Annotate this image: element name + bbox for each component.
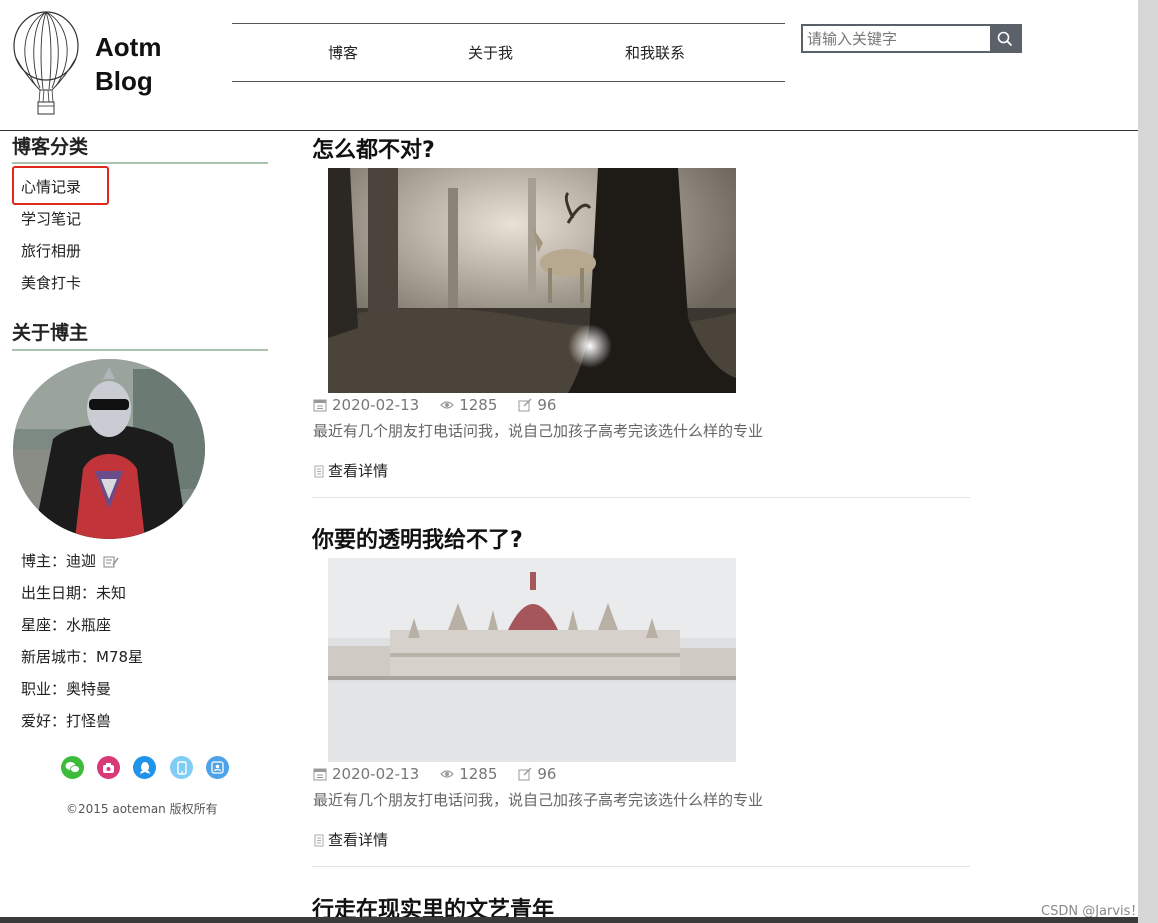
main-nav: 博客 关于我 和我联系: [232, 23, 785, 82]
comment-edit-icon: [518, 767, 532, 781]
about-rule: [12, 349, 268, 351]
info-zodiac: 星座：水瓶座: [21, 616, 112, 634]
article-views-2: 1285: [459, 765, 498, 783]
article-summary-1: 最近有几个朋友打电话问我，说自己加孩子高考完该选什么样的专业: [313, 422, 764, 440]
category-item-food[interactable]: 美食打卡: [21, 272, 81, 293]
copyright-text: ©2015 aoteman 版权所有: [66, 802, 218, 816]
article-image-2[interactable]: [328, 558, 736, 762]
about-title: 关于博主: [12, 322, 89, 344]
document-icon: [313, 464, 325, 478]
nav-item-contact[interactable]: 和我联系: [625, 42, 685, 63]
info-city: 新居城市：M78星: [21, 648, 144, 666]
article-meta-1: 2020-02-13 1285 96: [313, 396, 577, 414]
search-input[interactable]: [803, 26, 990, 51]
article-views-1: 1285: [459, 396, 498, 414]
nav-item-about[interactable]: 关于我: [468, 42, 513, 63]
eye-icon: [440, 767, 455, 781]
category-item-travel[interactable]: 旅行相册: [21, 240, 81, 261]
search-icon: [997, 31, 1013, 46]
category-item-mood[interactable]: 心情记录: [21, 176, 81, 197]
article-comments-2: 96: [537, 765, 557, 783]
site-brand[interactable]: Aotm Blog: [95, 30, 161, 98]
article-divider-2: [312, 866, 970, 867]
categories-title: 博客分类: [12, 136, 89, 158]
read-more-link-1[interactable]: 查看详情: [313, 460, 388, 481]
article-date-2: 2020-02-13: [332, 765, 420, 783]
info-blogger-text: 博主：迪迦: [21, 552, 97, 570]
search-button[interactable]: [990, 26, 1020, 51]
article-date-1: 2020-02-13: [332, 396, 420, 414]
contact-icon[interactable]: [206, 756, 229, 779]
read-more-label-1: 查看详情: [328, 462, 389, 480]
vertical-scrollbar[interactable]: [1138, 0, 1158, 923]
header-divider: [0, 130, 1138, 131]
article-summary-2: 最近有几个朋友打电话问我，说自己加孩子高考完该选什么样的专业: [313, 791, 764, 809]
article-title-2[interactable]: 你要的透明我给不了?: [312, 522, 523, 554]
info-job: 职业：奥特曼: [21, 680, 112, 698]
article-image-1[interactable]: [328, 168, 736, 393]
nav-item-blog[interactable]: 博客: [328, 42, 358, 63]
article-title-1[interactable]: 怎么都不对?: [312, 132, 435, 164]
category-item-study[interactable]: 学习笔记: [21, 208, 81, 229]
info-birthday: 出生日期：未知: [21, 584, 127, 602]
qq-icon[interactable]: [133, 756, 156, 779]
wechat-icon[interactable]: [61, 756, 84, 779]
weibo-icon[interactable]: [97, 756, 120, 779]
calendar-icon: [313, 398, 327, 412]
info-hobby: 爱好：打怪兽: [21, 712, 112, 730]
categories-rule: [12, 162, 268, 164]
read-more-link-2[interactable]: 查看详情: [313, 829, 388, 850]
brand-line-2: Blog: [95, 66, 153, 96]
comment-edit-icon: [518, 398, 532, 412]
blogger-avatar: [13, 359, 205, 539]
search-box: [801, 24, 1022, 53]
hot-air-balloon-logo: [12, 10, 80, 118]
article-meta-2: 2020-02-13 1285 96: [313, 765, 577, 783]
calendar-icon: [313, 767, 327, 781]
edit-note-icon[interactable]: [103, 555, 119, 569]
brand-line-1: Aotm: [95, 32, 162, 62]
read-more-label-2: 查看详情: [328, 831, 389, 849]
eye-icon: [440, 398, 455, 412]
article-divider-1: [312, 497, 970, 498]
document-icon: [313, 833, 325, 847]
phone-icon[interactable]: [170, 756, 193, 779]
article-comments-1: 96: [537, 396, 557, 414]
info-blogger: 博主：迪迦: [21, 550, 119, 571]
bottom-edge: [0, 917, 1138, 923]
